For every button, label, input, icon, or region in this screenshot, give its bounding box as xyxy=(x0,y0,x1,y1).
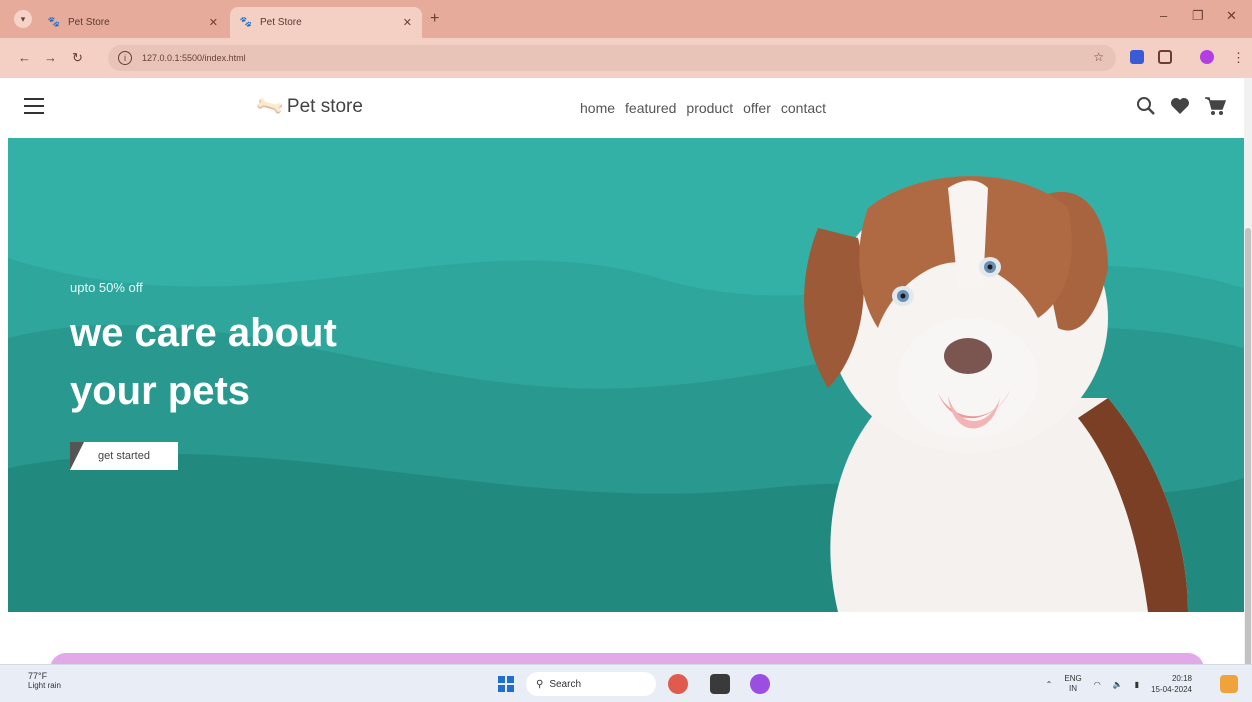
reload-icon[interactable]: ↻ xyxy=(72,50,83,66)
page-scrollbar[interactable] xyxy=(1244,78,1252,668)
tab-search-icon[interactable]: ▾ xyxy=(14,10,32,28)
weather-desc: Light rain xyxy=(28,681,61,690)
weather-temp: 77°F xyxy=(28,671,48,681)
browser-toolbar: ← → ↻ i 127.0.0.1:5500/index.html ☆ ⋮ xyxy=(0,38,1252,78)
system-tray: ⌃ ENG IN ◠ 🔈 ▮ 20:18 15-04-2024 xyxy=(1046,673,1192,695)
nav-link-home[interactable]: home xyxy=(580,100,615,116)
os-taskbar: 77°F Light rain ⚲ Search ⌃ ENG IN ◠ 🔈 ▮ … xyxy=(0,664,1252,702)
heart-icon[interactable] xyxy=(1170,97,1190,115)
nav-link-offer[interactable]: offer xyxy=(743,100,771,116)
dog-image xyxy=(804,176,1188,612)
volume-icon[interactable]: 🔈 xyxy=(1113,680,1123,689)
bone-icon: 🦴 xyxy=(254,91,287,123)
site-header: 🦴 Pet store home featured product offer … xyxy=(8,78,1244,138)
taskbar-search[interactable]: ⚲ Search xyxy=(526,672,656,696)
browser-tab-active[interactable]: 🐾 Pet Store ✕ xyxy=(230,7,422,38)
tray-chevron-icon[interactable]: ⌃ xyxy=(1046,680,1053,689)
clock-date: 15-04-2024 xyxy=(1151,685,1192,694)
clock-time: 20:18 xyxy=(1171,674,1192,683)
weather-widget[interactable]: 77°F Light rain xyxy=(28,671,61,690)
search-icon: ⚲ xyxy=(536,678,544,690)
search-placeholder: Search xyxy=(549,678,582,690)
clock[interactable]: 20:18 15-04-2024 xyxy=(1151,673,1192,695)
hero-banner: upto 50% off we care about your pets get… xyxy=(8,138,1244,612)
url-text: 127.0.0.1:5500/index.html xyxy=(142,53,246,63)
offer-text: upto 50% off xyxy=(70,280,143,295)
language-code: ENG xyxy=(1064,674,1082,683)
extension-icon[interactable] xyxy=(1130,50,1144,64)
header-icons xyxy=(1136,96,1226,116)
browser-tab-bar: ▾ 🐾 Pet Store ✕ 🐾 Pet Store ✕ + – ❐ ✕ xyxy=(0,0,1252,38)
extensions-puzzle-icon[interactable] xyxy=(1158,50,1172,64)
tab-title: Pet Store xyxy=(260,17,302,28)
nav-link-product[interactable]: product xyxy=(686,100,733,116)
language-indicator[interactable]: ENG IN xyxy=(1064,674,1081,694)
close-tab-icon[interactable]: ✕ xyxy=(209,16,218,29)
hero-headline: we care about your pets xyxy=(70,304,337,420)
scrollbar-thumb[interactable] xyxy=(1245,228,1251,668)
battery-icon[interactable]: ▮ xyxy=(1135,680,1139,689)
hamburger-menu-icon[interactable] xyxy=(24,98,44,114)
forward-icon[interactable]: → xyxy=(44,50,57,65)
headline-line-1: we care about xyxy=(70,311,337,355)
file-explorer-icon[interactable] xyxy=(710,674,730,694)
wifi-icon[interactable]: ◠ xyxy=(1094,680,1101,689)
site-logo[interactable]: 🦴 Pet store xyxy=(254,91,363,123)
cart-icon[interactable] xyxy=(1204,96,1226,116)
logo-text: Pet store xyxy=(286,95,363,117)
new-tab-icon[interactable]: + xyxy=(430,10,439,28)
paw-icon: 🐾 xyxy=(239,17,253,28)
bookmark-star-icon[interactable]: ☆ xyxy=(1093,50,1104,64)
browser-app-icon[interactable] xyxy=(750,674,770,694)
tab-title: Pet Store xyxy=(68,17,110,28)
nav-link-contact[interactable]: contact xyxy=(781,100,826,116)
main-nav: home featured product offer contact xyxy=(580,100,826,116)
language-region: IN xyxy=(1069,684,1078,693)
back-icon[interactable]: ← xyxy=(18,50,31,65)
windows-start-icon[interactable] xyxy=(498,676,514,692)
more-menu-icon[interactable]: ⋮ xyxy=(1232,50,1245,66)
address-bar[interactable]: i 127.0.0.1:5500/index.html ☆ xyxy=(108,45,1116,71)
app-icon[interactable] xyxy=(668,674,688,694)
close-window-icon[interactable]: ✕ xyxy=(1226,8,1237,24)
site-info-icon[interactable]: i xyxy=(118,51,132,65)
search-icon[interactable] xyxy=(1136,96,1156,116)
widgets-icon[interactable] xyxy=(1220,675,1238,693)
get-started-button[interactable]: get started xyxy=(70,442,178,470)
restore-icon[interactable]: ❐ xyxy=(1192,8,1204,24)
close-tab-icon[interactable]: ✕ xyxy=(403,16,412,29)
browser-tab[interactable]: 🐾 Pet Store ✕ xyxy=(38,7,228,38)
paw-icon: 🐾 xyxy=(47,17,61,28)
headline-line-2: your pets xyxy=(70,369,251,413)
profile-avatar[interactable] xyxy=(1200,50,1214,64)
minimize-icon[interactable]: – xyxy=(1160,8,1167,23)
nav-link-featured[interactable]: featured xyxy=(625,100,676,116)
